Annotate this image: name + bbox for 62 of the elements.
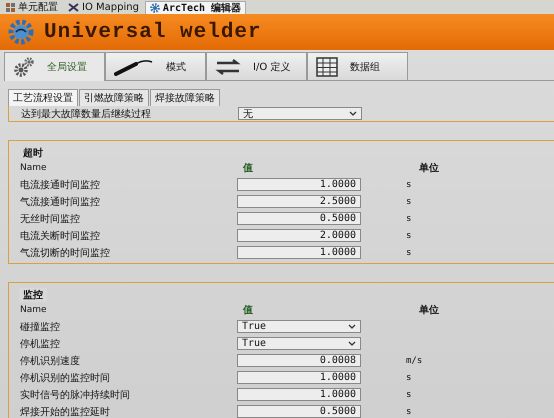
main-tab[interactable]: I/O 定义 [206,52,307,80]
caret-icon [348,324,356,329]
setting-label: 气流切断的时间监控 [20,246,111,260]
welding-torch-icon [114,58,154,76]
dropdown[interactable]: True [237,337,361,350]
setting-label: 达到最大故障数量后继续过程 [21,108,152,120]
caret-icon [349,111,357,116]
document-tab[interactable]: IO Mapping [64,1,143,14]
caret-icon [348,341,356,346]
grid-icon [6,3,15,12]
unit-label: s [405,372,412,382]
unit-label: s [405,406,412,416]
setting-label: 停机监控 [20,338,61,350]
unit-label: s [405,390,412,400]
setting-label: 焊接开始的监控延时 [20,406,111,418]
setting-label: 停机识别的监控时间 [20,372,111,384]
sub-tab[interactable]: 焊接故障策略 [150,89,220,106]
main-tab[interactable]: 全局设置 [4,52,105,81]
gear-icon [150,3,160,13]
setting-label: 停机识别速度 [20,354,81,368]
sub-tab[interactable]: 工艺流程设置 [8,89,78,106]
setting-label: 碰撞监控 [20,320,61,334]
app-title: Universal welder [44,20,262,44]
column-header: 值 [242,162,254,175]
unit-label: m/s [405,356,424,366]
column-header: Name [20,163,48,173]
sub-tab[interactable]: 引燃故障策略 [79,89,149,106]
value-field[interactable]: 2.0000 [237,229,361,242]
setting-label: 电流接通时间监控 [20,178,101,192]
spreadsheet-icon [316,56,338,76]
value-field[interactable]: 0.5000 [237,212,361,225]
unit-label: s [405,248,412,258]
column-header: Name [20,305,48,315]
unit-label: s [405,230,412,240]
document-tab[interactable]: ArcTech 编辑器 [144,1,246,14]
gears-icon [13,57,35,77]
setting-label: 无丝时间监控 [20,212,81,226]
group-title: 监控 [19,288,47,302]
unit-label: s [405,214,412,224]
value-field[interactable]: 1.0000 [237,371,361,384]
column-header: 单位 [418,162,440,175]
main-tab[interactable]: 数据组 [307,52,408,80]
value-field[interactable]: 1.0000 [237,388,361,401]
value-field[interactable]: 0.5000 [237,405,361,418]
tools-icon [68,3,79,12]
arrows-icon [215,58,241,74]
setting-label: 实时信号的脉冲持续时间 [20,388,131,402]
column-header: 单位 [418,304,440,317]
dropdown[interactable]: True [237,320,361,333]
value-field[interactable]: 1.0000 [237,246,361,259]
value-field[interactable]: 1.0000 [237,178,361,191]
setting-label: 电流关断时间监控 [20,230,101,242]
gear-icon [8,19,34,45]
column-header: 值 [242,304,254,317]
main-tab[interactable]: 模式 [105,52,206,80]
document-tab[interactable]: 单元配置 [2,1,62,14]
setting-label: 气流接通时间监控 [20,196,101,208]
value-field[interactable]: 2.5000 [237,195,361,208]
unit-label: s [405,180,412,190]
unit-label: s [405,196,412,206]
value-field[interactable]: 0.0008 [237,354,361,367]
dropdown[interactable]: 无 [238,107,362,120]
